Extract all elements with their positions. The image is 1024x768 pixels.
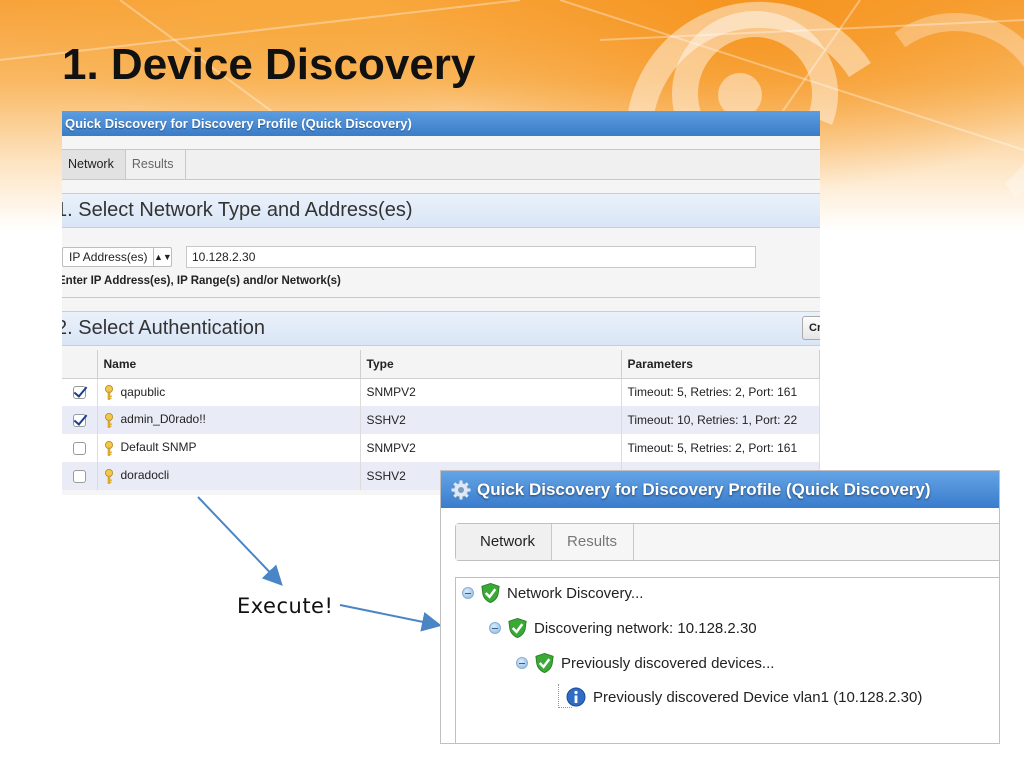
name-cell: admin_D0rado!! (97, 406, 361, 434)
type-cell: SNMPV2 (360, 378, 622, 406)
row-select-cell (62, 406, 98, 434)
shield-check-icon (535, 652, 554, 674)
column-header-parameters[interactable]: Parameters (621, 350, 820, 379)
row-checkbox[interactable] (72, 470, 86, 484)
network-type-value: IP Address(es) (69, 250, 148, 264)
shield-check-icon (481, 582, 500, 604)
create-button[interactable]: Cr (802, 316, 820, 340)
parameters-cell: Timeout: 5, Retries: 2, Port: 161 (621, 378, 820, 406)
network-type-select[interactable]: IP Address(es) ▲▼ (62, 247, 172, 267)
key-icon (104, 412, 113, 428)
execute-annotation: Execute! (237, 594, 334, 618)
credential-name: admin_D0rado!! (120, 412, 206, 427)
tree-node-label: Discovering network: 10.128.2.30 (534, 619, 757, 637)
table-row[interactable]: admin_D0rado!! SSHV2 Timeout: 10, Retries:… (62, 406, 820, 434)
gear-icon (451, 480, 471, 500)
type-cell: SNMPV2 (360, 434, 622, 462)
tab-bar: Network Results (62, 149, 820, 180)
section-title: 1. Select Network Type and Address(es) (62, 199, 413, 221)
parameters-cell: Timeout: 10, Retries: 1, Port: 22 (621, 406, 820, 434)
tree-node[interactable]: Network Discovery... (462, 581, 643, 605)
parameters-cell: Timeout: 5, Retries: 2, Port: 161 (621, 434, 820, 462)
panel-title: Quick Discovery for Discovery Profile (Q… (477, 480, 931, 499)
collapse-icon[interactable] (462, 587, 474, 599)
info-icon (566, 687, 586, 707)
collapse-icon[interactable] (516, 657, 528, 669)
name-cell: Default SNMP (97, 434, 361, 462)
tab-network[interactable]: Network (62, 150, 126, 179)
column-header-name[interactable]: Name (97, 350, 361, 379)
tree-node[interactable]: Previously discovered Device vlan1 (10.1… (566, 685, 922, 709)
row-checkbox[interactable] (72, 442, 86, 456)
table-row[interactable]: Default SNMP SNMPV2 Timeout: 5, Retries: 2… (62, 434, 820, 462)
tree-node-label: Network Discovery... (507, 584, 644, 602)
credential-name: Default SNMP (120, 440, 197, 455)
row-select-cell (62, 462, 98, 490)
key-icon (104, 384, 113, 400)
section-title: 2. Select Authentication (62, 317, 266, 339)
tree-node[interactable]: Discovering network: 10.128.2.30 (489, 616, 757, 640)
tree-node-label: Previously discovered Device vlan1 (10.1… (593, 688, 923, 706)
tab-results[interactable]: Results (552, 524, 635, 560)
key-icon (104, 440, 113, 456)
ip-address-hint: Enter IP Address(es), IP Range(s) and/or… (62, 275, 341, 287)
ip-address-input[interactable]: 10.128.2.30 (186, 246, 756, 268)
row-checkbox[interactable] (72, 414, 86, 428)
credential-name: doradocli (120, 468, 170, 483)
slide-title: 1. Device Discovery (62, 40, 476, 89)
collapse-icon[interactable] (489, 622, 501, 634)
panel-titlebar: Quick Discovery for Discovery Profile (Q… (62, 111, 820, 136)
section-network-header: 1. Select Network Type and Address(es) (62, 193, 820, 228)
row-select-cell (62, 378, 98, 406)
tab-network[interactable]: Network (456, 524, 553, 560)
section-auth-header: 2. Select Authentication (62, 311, 820, 346)
shield-check-icon (508, 617, 527, 639)
tree-node-label: Previously discovered devices... (561, 654, 775, 672)
column-header-type[interactable]: Type (360, 350, 622, 379)
type-cell: SSHV2 (360, 406, 622, 434)
name-cell: doradocli (97, 462, 361, 490)
divider (62, 297, 820, 298)
auth-table: Name Type Parameters qapublic SNMPV2 Timeo… (62, 350, 820, 490)
column-header-select (62, 350, 98, 379)
panel-titlebar: Quick Discovery for Discovery Profile (Q… (441, 471, 999, 508)
row-checkbox[interactable] (72, 386, 86, 400)
arrow-to-results (339, 604, 442, 632)
tree-node[interactable]: Previously discovered devices... (516, 651, 774, 675)
discovery-profile-panel: Quick Discovery for Discovery Profile (Q… (62, 111, 820, 495)
select-arrows-icon: ▲▼ (153, 248, 172, 266)
discovery-tree: Network Discovery... Discovering network… (455, 577, 999, 743)
credential-name: qapublic (120, 384, 166, 399)
arrow-to-execute (197, 496, 283, 586)
table-row[interactable]: qapublic SNMPV2 Timeout: 5, Retries: 2, Po… (62, 378, 820, 406)
discovery-results-panel: Quick Discovery for Discovery Profile (Q… (440, 470, 1000, 744)
tab-bar: Network Results (455, 523, 999, 561)
tab-results[interactable]: Results (126, 150, 186, 179)
key-icon (104, 468, 113, 484)
name-cell: qapublic (97, 378, 361, 406)
row-select-cell (62, 434, 98, 462)
